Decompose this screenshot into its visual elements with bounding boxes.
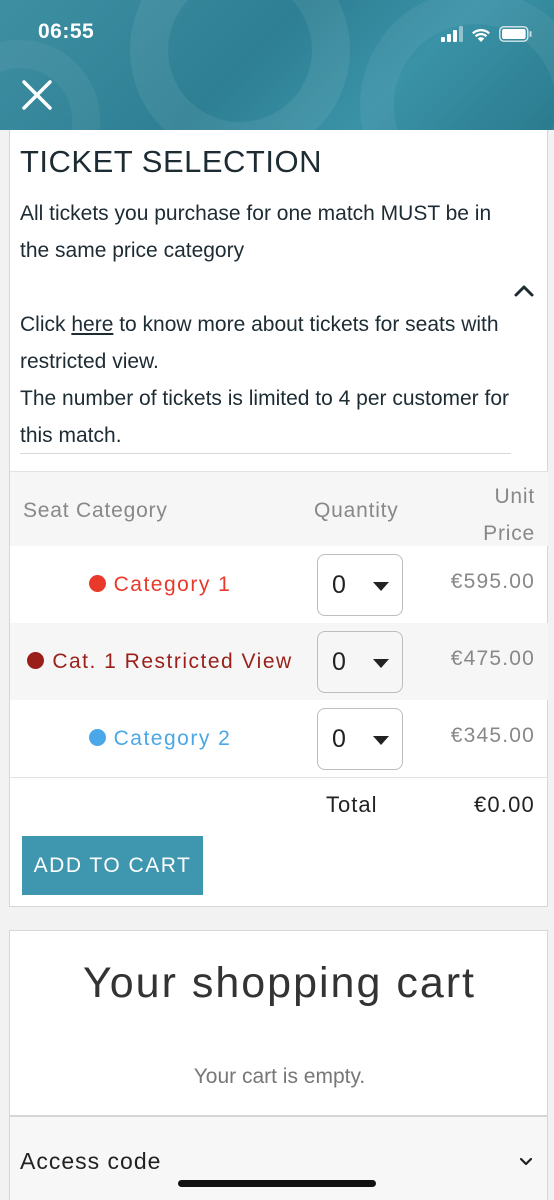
status-icons (441, 22, 532, 46)
category-dot (88, 729, 106, 746)
category-cell: Category 1 (10, 546, 310, 623)
table-row: Category 1 0 €595.00 (10, 546, 548, 623)
header-seat-category: Seat Category (23, 499, 168, 522)
dropdown-arrow-icon (373, 736, 389, 745)
header-decoration (360, 0, 554, 130)
total-row: Total €0.00 (10, 777, 548, 833)
table-row: Category 2 0 €345.00 (10, 700, 548, 777)
unit-price: €345.00 (450, 724, 535, 747)
cart-title: Your shopping cart (83, 959, 476, 1007)
app-header: 06:55 (0, 0, 554, 130)
table-header: Seat Category Quantity Unit Price (10, 471, 548, 546)
chevron-down-icon (519, 1157, 533, 1166)
dropdown-arrow-icon (373, 659, 389, 668)
restricted-view-notice: Click here to know more about tickets fo… (20, 306, 520, 454)
restricted-view-link[interactable]: here (71, 313, 113, 336)
chevron-up-icon[interactable] (513, 282, 535, 298)
header-decoration (130, 0, 350, 130)
access-code-label: Access code (20, 1148, 162, 1174)
header-unit-price: Unit Price (483, 478, 535, 552)
category-cell: Category 2 (10, 700, 310, 777)
header-unit-price-line1: Unit (494, 485, 535, 508)
category-dot (27, 652, 45, 669)
quantity-value: 0 (332, 725, 346, 753)
ticket-selection-card: TICKET SELECTION All tickets you purchas… (9, 130, 548, 907)
add-to-cart-button[interactable]: ADD TO CART (22, 836, 203, 895)
category-name: Cat. 1 Restricted View (52, 650, 293, 673)
battery-icon (499, 26, 532, 42)
shopping-cart-card: Your shopping cart Your cart is empty. (9, 930, 548, 1116)
category-dot (88, 575, 106, 592)
total-value: €0.00 (473, 792, 535, 817)
table-row: Cat. 1 Restricted View 0 €475.00 (10, 623, 548, 700)
ticket-limit-notice: The number of tickets is limited to 4 pe… (20, 387, 510, 447)
category-cell: Cat. 1 Restricted View (10, 623, 310, 700)
ticket-table: Seat Category Quantity Unit Price Catego… (10, 471, 548, 833)
access-code-toggle[interactable]: Access code (9, 1116, 548, 1200)
cart-empty-message: Your cart is empty. (193, 1065, 366, 1088)
quantity-select[interactable]: 0 (317, 631, 403, 693)
header-quantity: Quantity (314, 499, 399, 522)
header-unit-price-line2: Price (483, 522, 535, 545)
wifi-icon (472, 28, 490, 42)
quantity-value: 0 (332, 571, 346, 599)
quantity-select[interactable]: 0 (317, 708, 403, 770)
click-prefix-text: Click (20, 313, 72, 336)
unit-price: €595.00 (450, 570, 535, 593)
home-indicator (178, 1180, 376, 1187)
category-name: Category 1 (113, 573, 232, 596)
category-name: Category 2 (113, 727, 232, 750)
close-icon[interactable] (20, 78, 54, 112)
status-time: 06:55 (38, 20, 95, 43)
quantity-value: 0 (332, 648, 346, 676)
unit-price: €475.00 (450, 647, 535, 670)
signal-icon (441, 26, 463, 42)
dropdown-arrow-icon (373, 582, 389, 591)
price-category-notice: All tickets you purchase for one match M… (20, 202, 492, 262)
ticket-selection-title: TICKET SELECTION (20, 144, 322, 179)
divider (20, 453, 511, 454)
quantity-select[interactable]: 0 (317, 554, 403, 616)
total-label: Total (326, 792, 378, 817)
